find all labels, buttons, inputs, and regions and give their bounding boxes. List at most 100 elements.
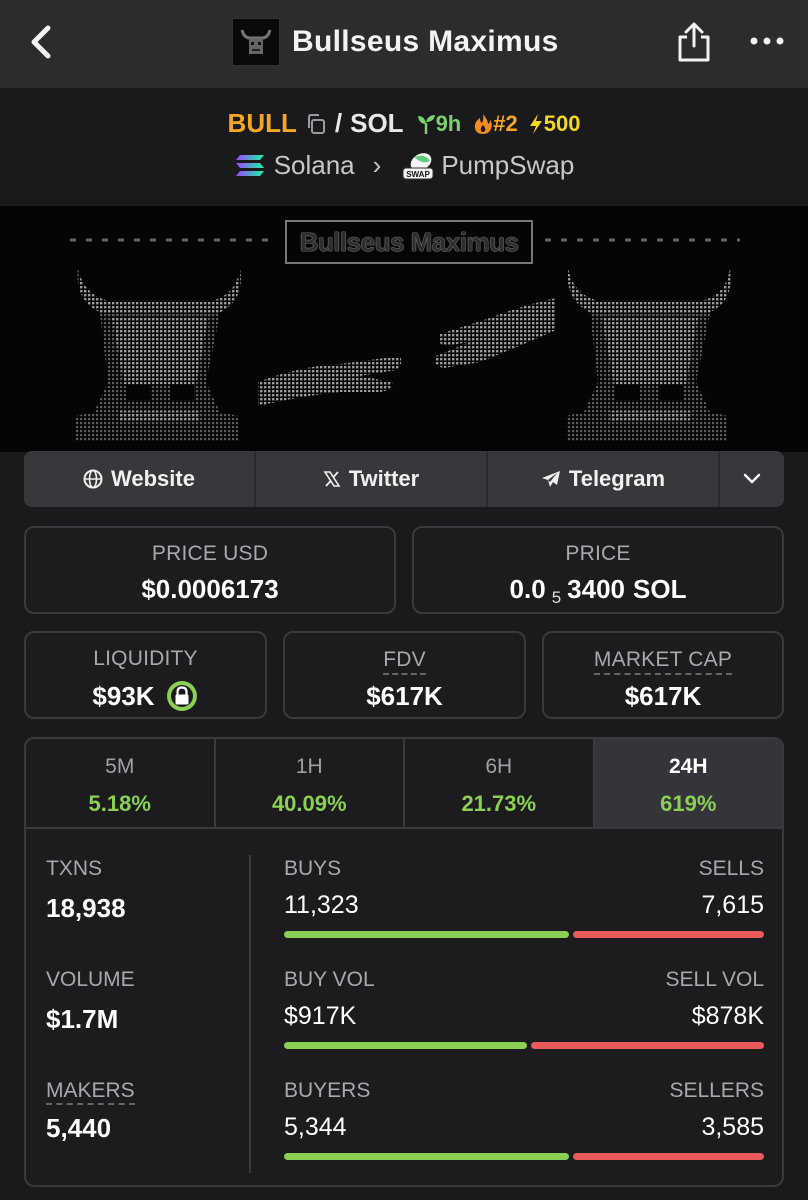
tab-change: 40.09% bbox=[271, 791, 347, 816]
volume-label: VOLUME bbox=[46, 968, 135, 991]
price-usd-card: PRICE USD $0.0006173 bbox=[24, 526, 396, 614]
buy-sell-column: BUYS SELLS 11,323 7,615 BUY VOL SELL VOL… bbox=[284, 857, 764, 1185]
tab-24h[interactable]: 24H 619% bbox=[594, 739, 782, 827]
tab-label: 6H bbox=[485, 755, 513, 778]
makers-stat[interactable]: MAKERS 5,440 bbox=[46, 1079, 246, 1185]
txns-value: 18,938 bbox=[46, 893, 126, 923]
price-usd-label: PRICE USD bbox=[151, 542, 269, 565]
sell-vol-label: SELL VOL bbox=[665, 968, 764, 991]
txns-stat: TXNS 18,938 bbox=[46, 857, 246, 968]
buyers-value: 5,344 bbox=[284, 1113, 347, 1141]
website-button[interactable]: Website bbox=[24, 451, 256, 507]
chevron-down-icon bbox=[743, 473, 761, 484]
right-bull-art bbox=[566, 268, 731, 442]
tab-change: 21.73% bbox=[461, 791, 537, 816]
pair-age-value: 9h bbox=[435, 110, 462, 136]
price-usd-value: $0.0006173 bbox=[141, 574, 279, 604]
telegram-label: Telegram bbox=[568, 466, 666, 491]
chain-name[interactable]: Solana bbox=[274, 150, 355, 181]
tab-1h[interactable]: 1H 40.09% bbox=[216, 739, 405, 827]
sells-label: SELLS bbox=[698, 857, 764, 880]
sellers-label: SELLERS bbox=[669, 1079, 764, 1102]
txns-label: TXNS bbox=[46, 857, 103, 880]
token-logo bbox=[232, 18, 280, 66]
buyers-sellers-row: BUYERS SELLERS 5,344 3,585 bbox=[284, 1079, 764, 1185]
twitter-label: Twitter bbox=[348, 466, 420, 491]
share-button[interactable] bbox=[676, 20, 712, 64]
buy-share-bar bbox=[284, 1153, 569, 1160]
left-bull-art bbox=[76, 268, 241, 442]
trending-rank: #2 bbox=[473, 111, 518, 137]
top-bar: Bullseus Maximus bbox=[0, 0, 808, 88]
pair-age: 9h bbox=[416, 110, 462, 137]
buy-share-bar bbox=[284, 931, 569, 938]
market-cap-label: MARKET CAP bbox=[593, 647, 733, 675]
telegram-icon bbox=[541, 471, 560, 487]
twitter-button[interactable]: Twitter bbox=[256, 451, 488, 507]
buy-vol-value: $917K bbox=[284, 1002, 357, 1030]
globe-icon bbox=[83, 469, 103, 489]
boost-count: 500 bbox=[528, 111, 580, 137]
price-native-prefix: 0.0 bbox=[509, 574, 546, 604]
buyers-label: BUYERS bbox=[284, 1079, 371, 1102]
more-options-button[interactable] bbox=[748, 26, 788, 56]
buyers-ratio-bar bbox=[284, 1153, 764, 1160]
tab-change: 619% bbox=[660, 791, 717, 816]
pair-separator: / bbox=[334, 108, 343, 138]
fdv-card[interactable]: FDV $617K bbox=[283, 631, 526, 719]
sell-share-bar bbox=[531, 1042, 764, 1049]
pair-line: BULL / SOL 9h #2 500 bbox=[0, 108, 808, 139]
tab-6h[interactable]: 6H 21.73% bbox=[405, 739, 595, 827]
volume-value: $1.7M bbox=[46, 1004, 119, 1034]
tab-label: 1H bbox=[295, 755, 323, 778]
social-links-bar: Website Twitter Telegram bbox=[24, 451, 784, 507]
totals-column: TXNS 18,938 VOLUME $1.7M MAKERS 5,440 bbox=[46, 857, 246, 1185]
share-icon bbox=[678, 22, 710, 62]
price-native-digits: 3400 bbox=[567, 574, 625, 604]
sellers-value: 3,585 bbox=[701, 1113, 764, 1141]
tab-5m[interactable]: 5M 5.18% bbox=[26, 739, 216, 827]
buys-value: 11,323 bbox=[284, 891, 359, 919]
price-native-value: 0.0 5 3400 SOL bbox=[414, 574, 782, 607]
lock-icon[interactable] bbox=[165, 679, 199, 713]
market-cap-card[interactable]: MARKET CAP $617K bbox=[542, 631, 784, 719]
copy-icon[interactable] bbox=[305, 113, 327, 135]
tab-label: 24H bbox=[668, 755, 708, 778]
liquidity-value-row: $93K bbox=[26, 679, 265, 713]
column-divider bbox=[249, 855, 251, 1173]
chain-dex-line: Solana › SWAP PumpSwap bbox=[0, 150, 808, 181]
page-title: Bullseus Maximus bbox=[292, 25, 559, 58]
buy-share-bar bbox=[284, 1042, 527, 1049]
sell-share-bar bbox=[573, 931, 764, 938]
sells-value: 7,615 bbox=[701, 891, 764, 919]
buys-sells-row: BUYS SELLS 11,323 7,615 bbox=[284, 857, 764, 968]
back-button[interactable] bbox=[24, 22, 60, 62]
dex-name[interactable]: PumpSwap bbox=[441, 150, 574, 181]
token-banner-image: Bullseus Maximus bbox=[0, 206, 808, 452]
base-ticker: BULL bbox=[227, 108, 297, 138]
trading-stats-panel: 5M 5.18% 1H 40.09% 6H 21.73% 24H 619% TX… bbox=[24, 737, 784, 1187]
quote-ticker: SOL bbox=[350, 108, 404, 138]
makers-value: 5,440 bbox=[46, 1113, 112, 1143]
more-links-dropdown[interactable] bbox=[720, 451, 784, 507]
more-dots-icon bbox=[750, 37, 784, 45]
liquidity-value: $93K bbox=[92, 680, 155, 711]
price-native-zero-count: 5 bbox=[551, 587, 562, 607]
fire-icon bbox=[475, 113, 493, 134]
pumpswap-icon: SWAP bbox=[402, 152, 434, 179]
buys-label: BUYS bbox=[284, 857, 342, 880]
fdv-value: $617K bbox=[366, 681, 443, 711]
price-native-unit: SOL bbox=[633, 574, 687, 604]
fdv-label: FDV bbox=[383, 647, 426, 675]
tab-change: 5.18% bbox=[88, 791, 151, 816]
website-label: Website bbox=[111, 466, 195, 491]
lightning-icon bbox=[529, 113, 542, 134]
chevron-right-icon: › bbox=[372, 150, 382, 180]
telegram-button[interactable]: Telegram bbox=[488, 451, 720, 507]
sprout-icon bbox=[417, 114, 435, 134]
x-twitter-icon bbox=[323, 471, 341, 487]
volume-stat: VOLUME $1.7M bbox=[46, 968, 246, 1079]
price-native-card: PRICE 0.0 5 3400 SOL bbox=[412, 526, 784, 614]
price-native-label: PRICE bbox=[565, 542, 631, 565]
creation-hands-art bbox=[258, 298, 556, 406]
